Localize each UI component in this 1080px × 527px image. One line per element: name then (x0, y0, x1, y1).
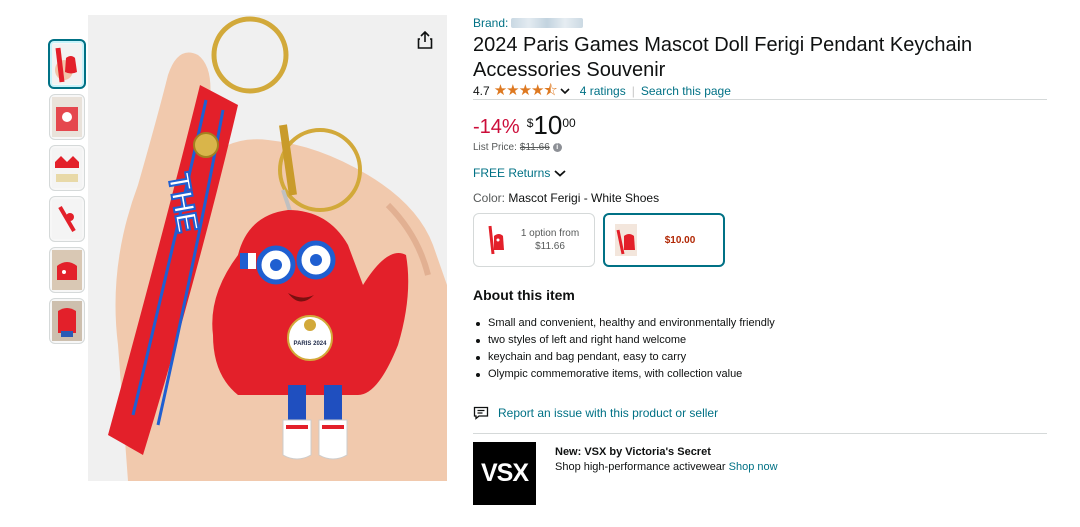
bullet-item: Olympic commemorative items, with collec… (473, 366, 1047, 383)
thumbnail-6[interactable] (49, 298, 85, 344)
brand-link[interactable]: Brand: (473, 15, 1047, 31)
list-price: List Price: $11.66 i (473, 142, 1047, 153)
thumbnail-2[interactable] (49, 94, 85, 140)
vsx-logo[interactable]: VSX (473, 442, 536, 505)
svg-text:PARIS 2024: PARIS 2024 (294, 341, 328, 347)
swatch-option-1[interactable]: 1 option from $11.66 (473, 213, 595, 267)
color-value: Mascot Ferigi - White Shoes (508, 191, 660, 205)
report-issue-label: Report an issue with this product or sel… (498, 405, 719, 420)
swatch-option-2[interactable]: $10.00 (603, 213, 725, 267)
free-returns-link[interactable]: FREE Returns (473, 166, 1047, 180)
price-row: -14% $ 10 00 (473, 110, 1047, 140)
search-page-link[interactable]: Search this page (641, 84, 731, 98)
price-whole: 10 (533, 110, 563, 140)
swatch-thumbnail (488, 225, 504, 255)
thumbnail-5[interactable] (49, 247, 85, 293)
brand-name-redacted (511, 18, 584, 28)
ad-body: Shop high-performance activewear Shop no… (555, 460, 778, 475)
ratings-count-link[interactable]: 4 ratings (580, 84, 626, 98)
ad-description: Shop high-performance activewear (555, 461, 726, 473)
swatch-option-price: $10.00 (664, 234, 696, 246)
color-selection: Color: Mascot Ferigi - White Shoes (473, 191, 1047, 205)
bullet-item: Small and convenient, healthy and enviro… (473, 315, 1047, 332)
info-icon[interactable]: i (552, 143, 562, 152)
report-issue-link[interactable]: Report an issue with this product or sel… (473, 404, 1047, 434)
bullet-item: two styles of left and right hand welcom… (473, 332, 1047, 349)
main-product-image[interactable]: THE PARIS 2024 (88, 15, 447, 481)
thumbnail-4[interactable] (49, 196, 85, 242)
swatch-thumbnail (615, 224, 637, 256)
about-bullets: Small and convenient, healthy and enviro… (473, 315, 1047, 383)
thumbnail-3[interactable] (49, 145, 85, 191)
ad-title: New: VSX by Victoria's Secret (555, 446, 711, 458)
product-title: 2024 Paris Games Mascot Doll Ferigi Pend… (473, 34, 973, 81)
product-details: Brand: 2024 Paris Games Mascot Doll Feri… (473, 15, 1047, 505)
list-price-value: $11.66 (519, 142, 550, 153)
discount-percent: -14% (473, 116, 520, 138)
color-label: Color: (473, 191, 506, 205)
chevron-down-icon (554, 170, 566, 177)
price-symbol: $ (526, 116, 534, 130)
shop-now-link[interactable]: Shop now (729, 461, 778, 473)
free-returns-label: FREE Returns (473, 166, 551, 180)
bullet-item: keychain and bag pendant, easy to carry (473, 349, 1047, 366)
thumbnail-strip (48, 39, 89, 349)
list-price-label: List Price: (473, 142, 517, 153)
ad-text: New: VSX by Victoria's Secret Shop high-… (555, 445, 778, 505)
chevron-down-icon[interactable] (560, 87, 570, 95)
sponsored-ad[interactable]: VSX New: VSX by Victoria's Secret Shop h… (473, 442, 1047, 505)
report-icon (473, 406, 489, 420)
share-button[interactable] (412, 27, 438, 53)
separator: | (631, 83, 635, 98)
rating-value: 4.7 (473, 83, 490, 98)
about-heading: About this item (473, 287, 575, 303)
color-swatches: 1 option from $11.66 $10.00 (473, 213, 1047, 267)
star-rating-icon[interactable]: ★★★★⯪ (494, 83, 558, 98)
price-fraction: 00 (562, 116, 576, 130)
rating-row: 4.7 ★★★★⯪ 4 ratings | Search this page (473, 83, 1047, 100)
thumbnail-1[interactable] (48, 39, 86, 89)
brand-label: Brand: (473, 16, 509, 30)
swatch-option-text: 1 option from $11.66 (520, 228, 580, 252)
share-icon (417, 31, 433, 49)
